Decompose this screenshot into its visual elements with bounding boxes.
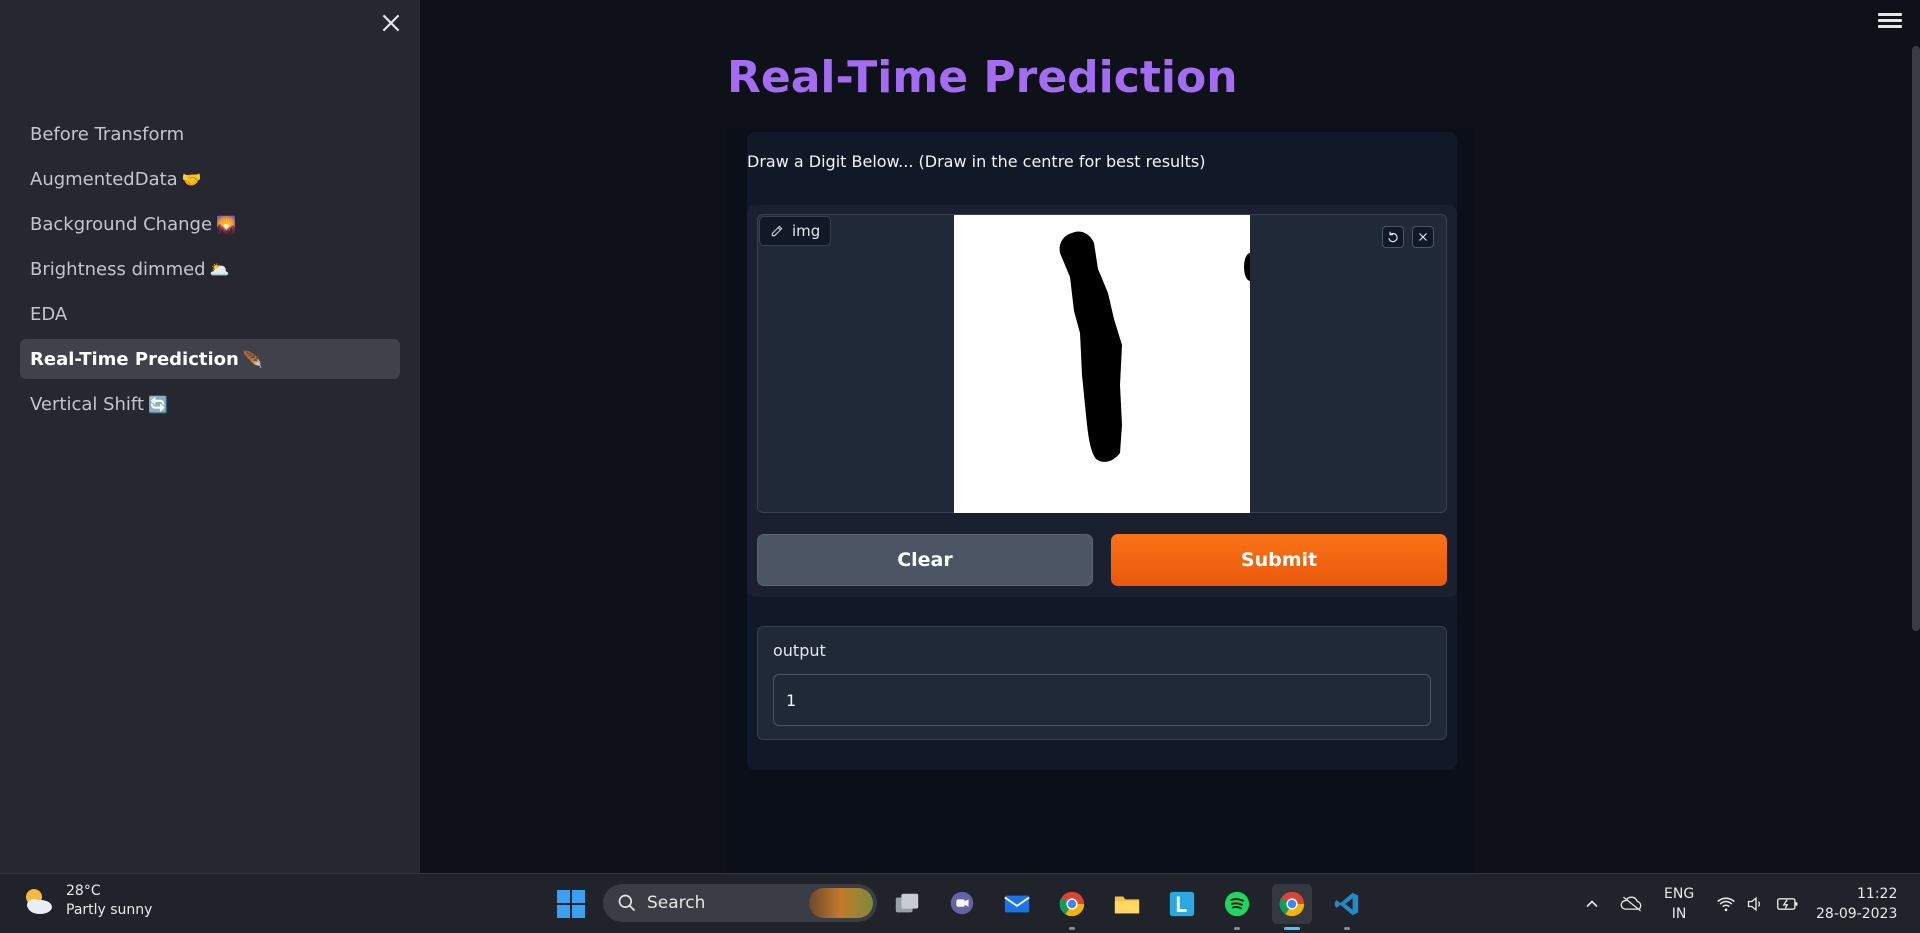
l-app-icon[interactable] (1162, 884, 1202, 924)
show-hidden-icons[interactable] (1582, 874, 1602, 933)
instruction-text: Draw a Digit Below... (Draw in the centr… (747, 152, 1206, 171)
sidebar-nav: Before Transform AugmentedData 🤝 Backgro… (20, 114, 400, 429)
handshake-icon: 🤝 (181, 169, 202, 189)
sidebar-item-real-time-prediction[interactable]: Real-Time Prediction 🪶 (20, 339, 400, 379)
language-code: ENG (1664, 886, 1695, 902)
chrome-icon[interactable] (1052, 884, 1092, 930)
sidebar-item-label: Before Transform (30, 123, 185, 145)
clear-button[interactable]: Clear (757, 534, 1093, 586)
onedrive-offline-icon[interactable] (1620, 874, 1644, 933)
sidebar-item-augmented-data[interactable]: AugmentedData 🤝 (20, 159, 400, 199)
image-input-label-text: img (792, 222, 821, 240)
task-view-icon[interactable] (887, 884, 927, 924)
language-indicator[interactable]: ENG IN (1664, 874, 1694, 933)
submit-button[interactable]: Submit (1111, 534, 1447, 586)
chrome-icon[interactable] (1272, 884, 1312, 930)
clock-time: 11:22 (1857, 886, 1898, 902)
close-icon (1419, 233, 1427, 241)
wifi-icon (1717, 897, 1735, 912)
sketch-canvas[interactable] (954, 215, 1256, 513)
undo-icon (1388, 231, 1398, 243)
undo-button[interactable] (1382, 226, 1404, 248)
start-icon[interactable] (551, 884, 591, 924)
drawn-digit-stroke (1059, 231, 1256, 462)
spotify-icon[interactable] (1217, 884, 1257, 930)
page-scrollbar[interactable] (1912, 46, 1920, 631)
refresh-icon: 🔄 (148, 394, 168, 414)
page-title: Real-Time Prediction (727, 52, 1238, 103)
weather-widget[interactable]: 28°C Partly sunny (20, 882, 152, 920)
vscode-icon[interactable] (1327, 884, 1367, 930)
search-label: Search (647, 893, 706, 913)
sidebar-item-vertical-shift[interactable]: Vertical Shift 🔄 (20, 384, 400, 424)
search-icon (618, 894, 636, 912)
main-menu-icon[interactable] (1878, 10, 1902, 32)
region-code: IN (1671, 906, 1687, 922)
weather-condition: Partly sunny (66, 902, 153, 918)
sidebar: Before Transform AugmentedData 🤝 Backgro… (0, 0, 420, 873)
feather-icon: 🪶 (242, 349, 263, 369)
taskbar: 28°C Partly sunny Search ENG IN 11:22 28… (0, 873, 1920, 933)
clock[interactable]: 11:22 28-09-2023 (1816, 874, 1897, 933)
search-highlight-image (809, 888, 873, 918)
clear-canvas-button[interactable] (1412, 226, 1434, 248)
landscape-icon: 🌄 (216, 214, 236, 234)
taskbar-search[interactable]: Search (603, 884, 877, 922)
sidebar-item-label: EDA (30, 303, 68, 325)
clock-date: 28-09-2023 (1816, 906, 1898, 922)
sidebar-close-icon[interactable] (378, 10, 404, 36)
chevron-up-icon (1586, 900, 1598, 908)
sidebar-item-before-transform[interactable]: Before Transform (20, 114, 400, 154)
sidebar-item-label: Brightness dimmed (30, 258, 206, 280)
quick-settings[interactable] (1716, 874, 1800, 933)
sidebar-item-label: Vertical Shift (30, 393, 145, 415)
output-textbox[interactable]: 1 (773, 674, 1431, 726)
weather-temp: 28°C (66, 883, 101, 899)
sidebar-item-label: Real-Time Prediction (30, 348, 239, 370)
cloud-sun-icon: 🌥️ (209, 259, 230, 279)
teams-chat-icon[interactable] (942, 884, 982, 924)
sidebar-item-background-change[interactable]: Background Change 🌄 (20, 204, 400, 244)
battery-charging-icon (1777, 898, 1798, 910)
sidebar-item-eda[interactable]: EDA (20, 294, 400, 334)
mail-icon[interactable] (997, 884, 1037, 924)
pencil-icon (771, 225, 783, 237)
volume-icon (1747, 896, 1760, 912)
sidebar-item-label: AugmentedData (30, 168, 178, 190)
output-label: output (773, 641, 826, 660)
sidebar-item-label: Background Change (30, 213, 213, 235)
file-explorer-icon[interactable] (1107, 884, 1147, 924)
partly-sunny-icon (20, 883, 56, 919)
image-input-label: img (759, 216, 832, 246)
sidebar-item-brightness-dimmed[interactable]: Brightness dimmed 🌥️ (20, 249, 400, 289)
